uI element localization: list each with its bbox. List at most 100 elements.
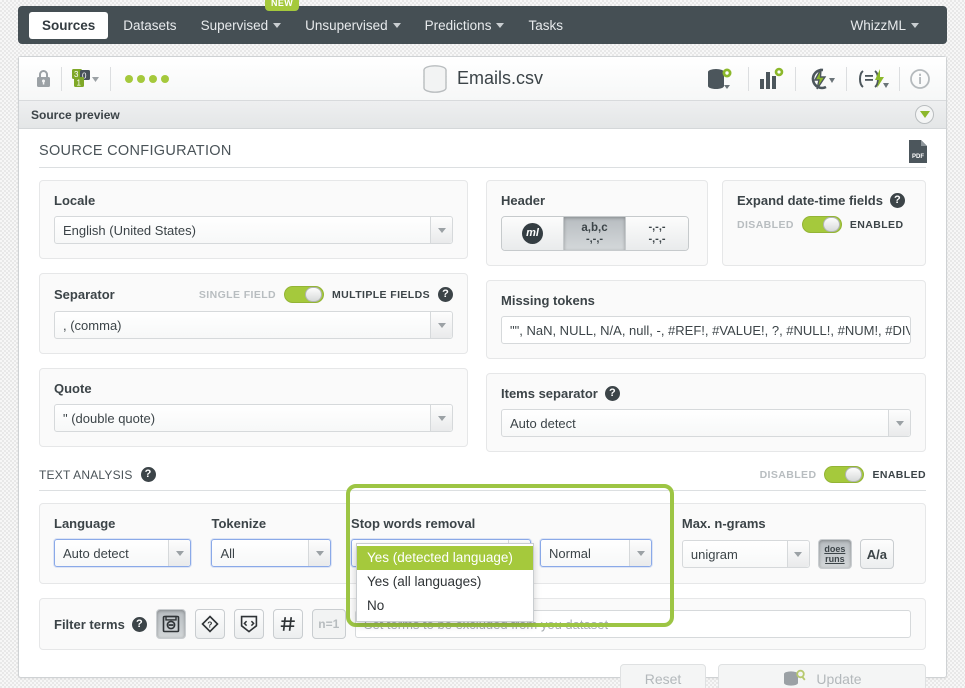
quote-select[interactable]: " (double quote) bbox=[54, 404, 453, 432]
nav-item-label: Tasks bbox=[528, 17, 563, 33]
section-divider bbox=[39, 167, 926, 168]
tokenize-value: All bbox=[220, 545, 235, 561]
script-icon[interactable] bbox=[851, 64, 895, 94]
ngram-size-button: n=1 bbox=[311, 609, 346, 639]
stemming-line2: runs bbox=[825, 554, 845, 564]
help-icon[interactable]: ? bbox=[140, 467, 156, 482]
help-icon[interactable]: ? bbox=[889, 193, 905, 208]
source-preview-bar[interactable]: Source preview bbox=[19, 101, 946, 129]
numeric-terms-icon[interactable] bbox=[272, 609, 303, 639]
source-title-text[interactable]: Emails.csv bbox=[457, 68, 543, 89]
max-ngrams-select[interactable]: unigram bbox=[681, 540, 810, 568]
dropdown-option-no[interactable]: No bbox=[357, 594, 533, 618]
chevron-down-icon bbox=[629, 540, 652, 566]
dropdown-option-yes-all[interactable]: Yes (all languages) bbox=[357, 570, 533, 594]
max-ngrams-label: Max. n-grams bbox=[681, 516, 766, 531]
separator-label-row: Separator SINGLE FIELD MULTIPLE FIELDS ? bbox=[54, 286, 453, 303]
stop-words-dropdown-menu[interactable]: Yes (detected language) Yes (all languag… bbox=[356, 543, 534, 622]
nohdr-top-label: -,-,- bbox=[648, 220, 666, 233]
toolbar-divider bbox=[846, 66, 847, 91]
nav-item-supervised[interactable]: Supervised bbox=[189, 12, 294, 39]
chart-settings-icon[interactable] bbox=[753, 64, 791, 94]
chevron-down-icon bbox=[496, 22, 505, 28]
max-ngrams-controls: unigram does runs A/a bbox=[681, 539, 911, 569]
help-icon[interactable]: ? bbox=[604, 386, 620, 401]
nav-item-label: Datasets bbox=[123, 17, 177, 33]
separator-select[interactable]: , (comma) bbox=[54, 311, 453, 339]
language-field: Language Auto detect bbox=[54, 516, 192, 567]
status-dot bbox=[125, 74, 133, 83]
items-separator-label: Items separator ? bbox=[501, 386, 911, 401]
status-dots bbox=[125, 74, 169, 83]
chevron-down-icon bbox=[888, 410, 910, 436]
filter-terms-label: Filter terms ? bbox=[54, 616, 147, 632]
expand-datetime-card: Expand date-time fields ? DISABLED ENABL… bbox=[722, 180, 926, 266]
header-datetime-row: Header ml a,b,c -,-,- -,-,- -,-,- Expand… bbox=[486, 180, 926, 280]
nav-item-predictions[interactable]: Predictions bbox=[413, 12, 517, 39]
chevron-down-circle-icon[interactable] bbox=[915, 105, 934, 124]
config-grid: Locale English (United States) Separator… bbox=[39, 180, 926, 466]
toolbar-divider bbox=[795, 66, 796, 91]
batch-prediction-icon[interactable] bbox=[800, 64, 842, 94]
exclude-terms-icon[interactable] bbox=[155, 609, 186, 639]
expand-datetime-toggle[interactable] bbox=[801, 216, 842, 233]
quote-value: " (double quote) bbox=[63, 410, 156, 426]
navbar-right: WhizzML bbox=[838, 12, 947, 39]
update-button[interactable]: Update bbox=[718, 664, 926, 688]
items-separator-select[interactable]: Auto detect bbox=[501, 409, 911, 437]
locale-select[interactable]: English (United States) bbox=[54, 216, 453, 244]
ml-logo-option[interactable]: ml bbox=[502, 217, 564, 250]
pdf-export-icon[interactable]: PDF bbox=[908, 139, 928, 164]
quote-card: Quote " (double quote) bbox=[39, 368, 468, 447]
nav-item-whizzml[interactable]: WhizzML bbox=[838, 12, 931, 39]
form-footer: Reset Update bbox=[19, 650, 946, 688]
stop-words-strength-select[interactable]: Normal bbox=[540, 539, 653, 567]
svg-text:1: 1 bbox=[77, 78, 82, 87]
items-separator-card: Items separator ? Auto detect bbox=[486, 373, 926, 452]
text-analysis-toggle-group: DISABLED ENABLED bbox=[760, 466, 926, 483]
help-icon[interactable]: ? bbox=[438, 287, 453, 302]
nav-item-datasets[interactable]: Datasets bbox=[111, 12, 188, 39]
info-icon[interactable] bbox=[904, 64, 936, 94]
nav-item-sources[interactable]: Sources bbox=[29, 11, 109, 39]
abc-bottom-label: -,-,- bbox=[585, 232, 604, 245]
reset-button[interactable]: Reset bbox=[620, 664, 706, 688]
code-terms-icon[interactable] bbox=[233, 609, 264, 639]
reset-label: Reset bbox=[644, 671, 682, 687]
expand-datetime-label: Expand date-time fields ? bbox=[737, 193, 911, 208]
nav-item-label: Predictions bbox=[424, 17, 492, 33]
abc-header-option[interactable]: a,b,c -,-,- bbox=[564, 217, 626, 250]
separator-toggle-group: SINGLE FIELD MULTIPLE FIELDS ? bbox=[199, 286, 453, 303]
nav-item-label: Supervised bbox=[200, 17, 269, 33]
help-icon[interactable]: ? bbox=[131, 616, 147, 632]
text-analysis-toggle[interactable] bbox=[824, 466, 865, 483]
main-navbar: Sources Datasets Supervised Unsupervised… bbox=[18, 6, 947, 44]
status-dot bbox=[137, 74, 145, 83]
no-header-option[interactable]: -,-,- -,-,- bbox=[626, 217, 688, 250]
field-types-icon[interactable]: 3 0 1 bbox=[66, 64, 106, 94]
case-sensitivity-button[interactable]: A/a bbox=[859, 539, 894, 569]
language-select[interactable]: Auto detect bbox=[54, 539, 192, 567]
toolbar-divider bbox=[899, 66, 900, 91]
separator-value: , (comma) bbox=[63, 317, 122, 333]
stemming-toggle-button[interactable]: does runs bbox=[817, 539, 852, 569]
nav-item-tasks[interactable]: Tasks bbox=[516, 12, 575, 39]
nav-item-label: Unsupervised bbox=[305, 17, 388, 33]
locale-label: Locale bbox=[54, 193, 96, 208]
stop-words-label: Stop words removal bbox=[351, 516, 476, 531]
dropdown-option-yes-detected[interactable]: Yes (detected language) bbox=[357, 546, 533, 570]
tokenize-select[interactable]: All bbox=[211, 539, 332, 567]
dataset-settings-icon[interactable] bbox=[700, 64, 744, 94]
expand-datetime-text: Expand date-time fields bbox=[737, 193, 883, 208]
separator-toggle[interactable] bbox=[284, 286, 325, 303]
separator-toggle-on-label: MULTIPLE FIELDS bbox=[332, 288, 430, 301]
language-value: Auto detect bbox=[63, 545, 129, 561]
source-db-icon bbox=[423, 64, 447, 93]
lock-icon[interactable] bbox=[29, 64, 57, 94]
unknown-terms-icon[interactable]: ? bbox=[194, 609, 225, 639]
source-preview-label: Source preview bbox=[31, 107, 120, 122]
app-root: Sources Datasets Supervised Unsupervised… bbox=[0, 0, 965, 688]
nav-item-unsupervised[interactable]: Unsupervised bbox=[293, 12, 413, 39]
chevron-down-icon bbox=[168, 540, 191, 566]
missing-tokens-input[interactable]: "", NaN, NULL, N/A, null, -, #REF!, #VAL… bbox=[501, 316, 911, 344]
